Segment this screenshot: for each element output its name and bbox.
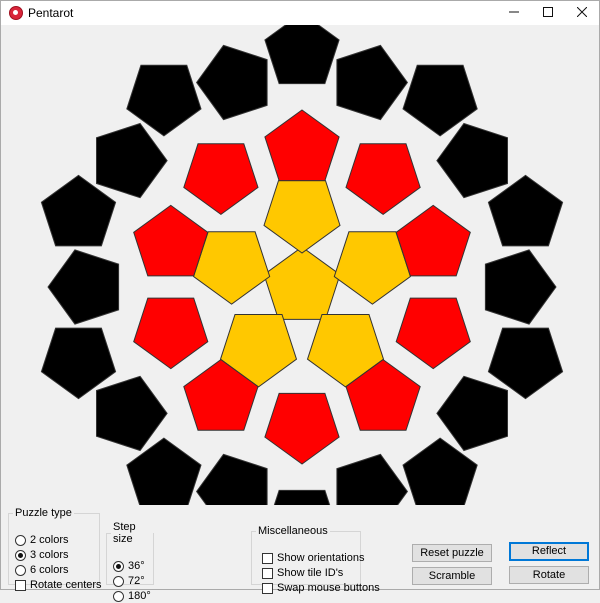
tile-outer-black[interactable] [264,25,340,85]
scramble-button[interactable]: Scramble [412,567,492,585]
tile-middle-red[interactable] [264,392,340,465]
tile-outer-black[interactable] [195,453,268,505]
tile-outer-black[interactable] [47,249,120,325]
reflect-button[interactable]: Reflect [509,542,589,561]
swap-mouse-buttons-checkbox[interactable]: Swap mouse buttons [262,581,380,595]
rotate-button[interactable]: Rotate [509,566,589,584]
tile-middle-red[interactable] [395,297,471,370]
miscellaneous-group: Miscellaneous Show orientations Show til… [251,525,380,594]
show-tile-ids-checkbox[interactable]: Show tile ID's [262,566,343,580]
app-icon [9,6,23,20]
maximize-icon [543,7,553,17]
radio-180[interactable] [113,590,124,602]
minimize-button[interactable] [497,1,531,25]
tile-outer-black[interactable] [336,44,409,121]
radio-6-colors[interactable] [15,564,26,576]
tile-inner-yellow[interactable] [333,231,411,305]
step-size-180[interactable]: 180° [113,589,151,603]
puzzle-canvas[interactable] [1,25,599,505]
reset-puzzle-button[interactable]: Reset puzzle [412,544,492,562]
tile-inner-yellow[interactable] [193,231,271,305]
miscellaneous-label: Miscellaneous [258,525,328,537]
close-button[interactable] [565,1,599,25]
tile-outer-black[interactable] [96,375,168,452]
puzzle-type-group: Puzzle type 2 colors 3 colors 6 colors R… [8,507,102,591]
step-size-72[interactable]: 72° [113,574,145,588]
puzzle-type-2-colors[interactable]: 2 colors [15,533,69,547]
window-title: Pentarot [28,6,74,20]
tile-outer-black[interactable] [96,122,168,199]
tile-middle-red[interactable] [264,109,340,182]
puzzle-type-6-colors[interactable]: 6 colors [15,563,69,577]
tile-outer-black[interactable] [484,249,557,325]
step-size-36[interactable]: 36° [113,559,145,573]
maximize-button[interactable] [531,1,565,25]
minimize-icon [509,11,519,13]
tile-middle-red[interactable] [133,204,209,277]
close-icon [576,6,588,18]
radio-3-colors[interactable] [15,549,26,561]
tile-middle-red[interactable] [345,143,421,216]
tile-middle-red[interactable] [133,297,209,370]
tile-outer-black[interactable] [436,122,508,199]
tile-middle-red[interactable] [395,204,471,277]
app-window: Pentarot Puzzle type 2 colors 3 colors 6… [0,0,600,602]
radio-2-colors[interactable] [15,534,26,546]
puzzle-type-label: Puzzle type [15,507,72,519]
show-orientations-checkbox[interactable]: Show orientations [262,551,364,565]
radio-36[interactable] [113,560,124,572]
step-size-group: Step size 36° 72° 180° [106,521,154,602]
puzzle-type-3-colors[interactable]: 3 colors [15,548,69,562]
step-size-label: Step size [113,521,136,545]
rotate-centers-check[interactable] [15,579,26,591]
tile-outer-black[interactable] [336,453,409,505]
radio-72[interactable] [113,575,124,587]
show-orientations-check[interactable] [262,552,273,564]
show-tile-ids-check[interactable] [262,567,273,579]
tile-outer-black[interactable] [195,44,268,121]
tile-center-yellow[interactable] [263,246,341,320]
swap-mouse-buttons-check[interactable] [262,582,273,594]
tile-inner-yellow[interactable] [263,180,341,254]
title-bar[interactable]: Pentarot [1,1,599,25]
tile-outer-black[interactable] [265,489,339,505]
tile-middle-red[interactable] [183,143,259,216]
tile-outer-black[interactable] [436,375,508,452]
